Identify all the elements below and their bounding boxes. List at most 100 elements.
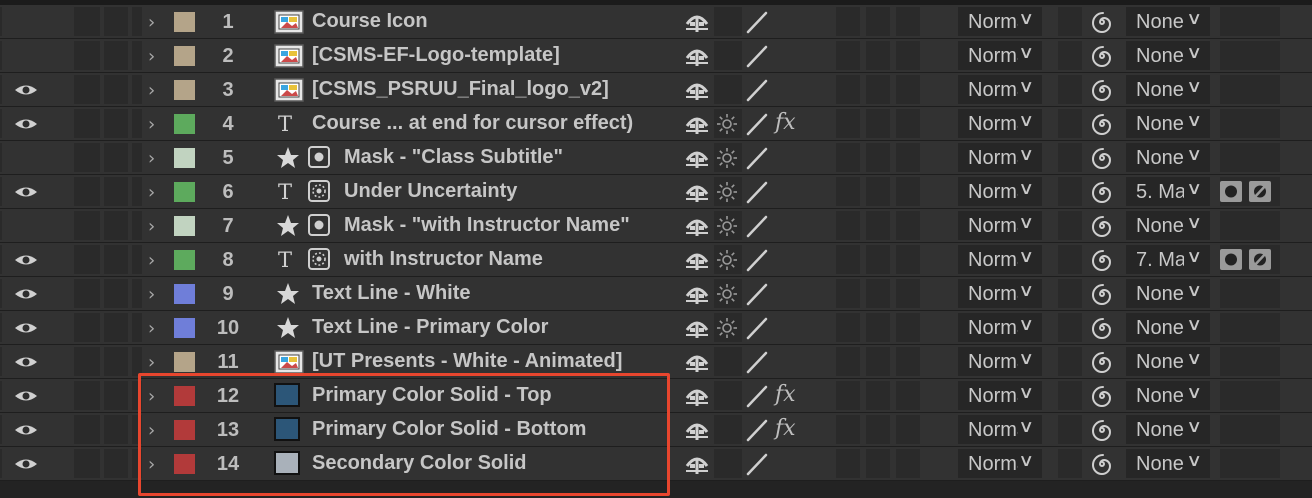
- label-color-swatch[interactable]: [174, 182, 195, 202]
- collapse-transform-switch-icon[interactable]: [715, 316, 739, 340]
- effects-switch-fx-icon[interactable]: fx: [775, 416, 796, 441]
- layer-name[interactable]: Text Line - White: [312, 282, 471, 305]
- parent-pick-whip-icon[interactable]: [1090, 316, 1114, 340]
- collapse-transform-switch-icon[interactable]: [715, 112, 739, 136]
- quality-switch-icon[interactable]: [744, 112, 770, 136]
- parent-pick-whip-icon[interactable]: [1090, 384, 1114, 408]
- eye-icon[interactable]: [14, 456, 38, 472]
- parent-pick-whip-icon[interactable]: [1090, 214, 1114, 238]
- quality-switch-icon[interactable]: [744, 316, 770, 340]
- parent-pick-whip-icon[interactable]: [1090, 180, 1114, 204]
- eye-icon[interactable]: [14, 82, 38, 98]
- eye-icon[interactable]: [14, 252, 38, 268]
- expand-chevron-icon[interactable]: ›: [148, 148, 155, 169]
- quality-switch-icon[interactable]: [744, 248, 770, 272]
- expand-chevron-icon[interactable]: ›: [148, 250, 155, 271]
- quality-switch-icon[interactable]: [744, 44, 770, 68]
- eye-icon[interactable]: [14, 286, 38, 302]
- layer-name[interactable]: Course ... at end for cursor effect): [312, 112, 633, 135]
- parent-pick-whip-icon[interactable]: [1090, 452, 1114, 476]
- layer-name[interactable]: with Instructor Name: [344, 248, 543, 271]
- layer-row-9[interactable]: ›9Text Line - WhiteNormal∨None∨: [0, 277, 1312, 311]
- label-color-swatch[interactable]: [174, 318, 195, 338]
- effects-switch-fx-icon[interactable]: fx: [775, 110, 796, 135]
- parent-pick-whip-icon[interactable]: [1090, 418, 1114, 442]
- layer-row-3[interactable]: ›3[CSMS_PSRUU_Final_logo_v2]Normal∨None∨: [0, 73, 1312, 107]
- shy-switch-icon[interactable]: [684, 46, 710, 66]
- parent-pick-whip-icon[interactable]: [1090, 248, 1114, 272]
- expand-chevron-icon[interactable]: ›: [148, 182, 155, 203]
- layer-name[interactable]: [CSMS-EF-Logo-template]: [312, 44, 560, 67]
- label-color-swatch[interactable]: [174, 148, 195, 168]
- layer-row-5[interactable]: ›5Mask - "Class Subtitle"Normal∨None∨: [0, 141, 1312, 175]
- eye-icon[interactable]: [14, 388, 38, 404]
- parent-pick-whip-icon[interactable]: [1090, 350, 1114, 374]
- collapse-transform-switch-icon[interactable]: [715, 180, 739, 204]
- parent-pick-whip-icon[interactable]: [1090, 146, 1114, 170]
- quality-switch-icon[interactable]: [744, 452, 770, 476]
- layer-row-1[interactable]: ›1Course IconNormal∨None∨: [0, 5, 1312, 39]
- parent-pick-whip-icon[interactable]: [1090, 10, 1114, 34]
- shy-switch-icon[interactable]: [684, 80, 710, 100]
- layer-name[interactable]: [CSMS_PSRUU_Final_logo_v2]: [312, 78, 609, 101]
- parent-pick-whip-icon[interactable]: [1090, 78, 1114, 102]
- label-color-swatch[interactable]: [174, 352, 195, 372]
- parent-pick-whip-icon[interactable]: [1090, 44, 1114, 68]
- shy-switch-icon[interactable]: [684, 216, 710, 236]
- collapse-transform-switch-icon[interactable]: [715, 248, 739, 272]
- expand-chevron-icon[interactable]: ›: [148, 80, 155, 101]
- layer-name[interactable]: Text Line - Primary Color: [312, 316, 548, 339]
- expand-chevron-icon[interactable]: ›: [148, 46, 155, 67]
- track-matte-invert-icon[interactable]: [1249, 249, 1271, 270]
- layer-name[interactable]: Mask - "Class Subtitle": [344, 146, 563, 169]
- shy-switch-icon[interactable]: [684, 352, 710, 372]
- quality-switch-icon[interactable]: [744, 384, 770, 408]
- layer-row-8[interactable]: ›8Twith Instructor NameNormal∨7. Ma∨: [0, 243, 1312, 277]
- quality-switch-icon[interactable]: [744, 10, 770, 34]
- eye-icon[interactable]: [14, 184, 38, 200]
- layer-name[interactable]: [UT Presents - White - Animated]: [312, 350, 622, 373]
- eye-icon[interactable]: [14, 422, 38, 438]
- track-matte-alpha-icon[interactable]: [1220, 249, 1242, 270]
- layer-name[interactable]: Under Uncertainty: [344, 180, 517, 203]
- quality-switch-icon[interactable]: [744, 282, 770, 306]
- shy-switch-icon[interactable]: [684, 12, 710, 32]
- label-color-swatch[interactable]: [174, 216, 195, 236]
- layer-row-4[interactable]: › 4 T Course ... at end for cursor effect) f…: [0, 107, 1312, 141]
- expand-chevron-icon[interactable]: ›: [148, 318, 155, 339]
- shy-switch-icon[interactable]: [684, 386, 710, 406]
- track-matte-invert-icon[interactable]: [1249, 181, 1271, 202]
- quality-switch-icon[interactable]: [744, 418, 770, 442]
- shy-switch-icon[interactable]: [684, 182, 710, 202]
- shy-switch-icon[interactable]: [684, 420, 710, 440]
- quality-switch-icon[interactable]: [744, 180, 770, 204]
- expand-chevron-icon[interactable]: ›: [148, 352, 155, 373]
- quality-switch-icon[interactable]: [744, 78, 770, 102]
- track-matte-alpha-icon[interactable]: [1220, 181, 1242, 202]
- layer-row-6[interactable]: ›6TUnder UncertaintyNormal∨5. Ma∨: [0, 175, 1312, 209]
- collapse-transform-switch-icon[interactable]: [715, 146, 739, 170]
- parent-pick-whip-icon[interactable]: [1090, 282, 1114, 306]
- shy-switch-icon[interactable]: [684, 114, 710, 134]
- effects-switch-fx-icon[interactable]: fx: [775, 382, 796, 407]
- shy-switch-icon[interactable]: [684, 148, 710, 168]
- layer-row-7[interactable]: ›7Mask - "with Instructor Name"Normal∨No…: [0, 209, 1312, 243]
- label-color-swatch[interactable]: [174, 80, 195, 100]
- eye-icon[interactable]: [14, 320, 38, 336]
- parent-pick-whip-icon[interactable]: [1090, 112, 1114, 136]
- shy-switch-icon[interactable]: [684, 318, 710, 338]
- quality-switch-icon[interactable]: [744, 214, 770, 238]
- shy-switch-icon[interactable]: [684, 250, 710, 270]
- shy-switch-icon[interactable]: [684, 284, 710, 304]
- collapse-transform-switch-icon[interactable]: [715, 214, 739, 238]
- label-color-swatch[interactable]: [174, 284, 195, 304]
- eye-icon[interactable]: [14, 116, 38, 132]
- layer-name[interactable]: Mask - "with Instructor Name": [344, 214, 630, 237]
- label-color-swatch[interactable]: [174, 12, 195, 32]
- layer-name[interactable]: Course Icon: [312, 10, 428, 33]
- quality-switch-icon[interactable]: [744, 350, 770, 374]
- expand-chevron-icon[interactable]: ›: [148, 12, 155, 33]
- eye-icon[interactable]: [14, 354, 38, 370]
- layer-row-2[interactable]: ›2[CSMS-EF-Logo-template]Normal∨None∨: [0, 39, 1312, 73]
- collapse-transform-switch-icon[interactable]: [715, 282, 739, 306]
